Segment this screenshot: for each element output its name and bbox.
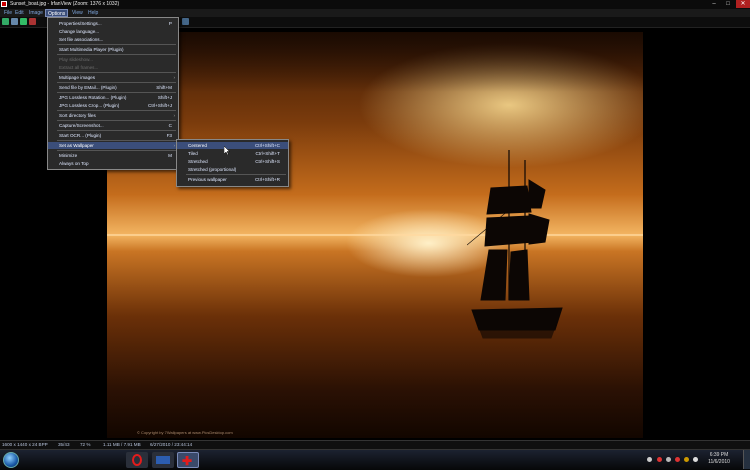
status-bar: 1600 x 1440 x 24 BPP 35/43 72 % 1.11 MB … <box>0 440 750 449</box>
opera-icon <box>132 454 142 466</box>
menu-item-file-associations[interactable]: Set file associations... <box>48 36 178 43</box>
tray-arrow-icon[interactable] <box>647 457 652 462</box>
mouse-cursor-icon <box>224 146 230 155</box>
menu-item-change-language[interactable]: Change language... <box>48 28 178 35</box>
tray-security-icon[interactable] <box>657 457 662 462</box>
irfanview-icon: ✚ <box>182 454 193 468</box>
menu-separator <box>57 110 176 111</box>
submenu-arrow-icon: › <box>173 143 175 148</box>
menu-item-multipage-images[interactable]: Multipage images › <box>48 74 178 81</box>
show-desktop-button[interactable] <box>743 450 750 469</box>
submenu-item-centered[interactable]: Centered Ctrl+Shift+C <box>177 142 288 149</box>
menu-item-sort-files[interactable]: Sort directory files › <box>48 112 178 119</box>
menu-bar: File Edit Image Options View Help <box>0 9 750 17</box>
menu-separator <box>57 150 176 151</box>
clock-date[interactable]: 11/6/2010 <box>699 459 739 465</box>
submenu-item-stretched[interactable]: Stretched Ctrl+Shift+S <box>177 158 288 165</box>
window-title: Sunset_boat.jpg - IrfanView (Zoom: 1376 … <box>10 1 120 7</box>
tray-volume-icon[interactable] <box>693 457 698 462</box>
status-file-index: 35/43 <box>58 442 70 447</box>
tray-icon[interactable] <box>666 457 671 462</box>
sunset-ship-photo[interactable]: © Copyright by 7Wallpapers at www.PicsDe… <box>107 32 643 438</box>
options-menu: Properties/Settings... P Change language.… <box>47 17 179 170</box>
menu-item-always-on-top[interactable]: Always on Top <box>48 160 178 167</box>
taskbar-opera-button[interactable] <box>126 452 148 468</box>
slideshow-icon[interactable] <box>20 18 27 25</box>
status-file-size: 1.11 MB / 7.91 MB <box>103 442 141 447</box>
dark-cloud-band <box>107 32 643 92</box>
menu-help[interactable]: Help <box>86 9 100 17</box>
submenu-item-previous-wallpaper[interactable]: Previous wallpaper Ctrl+Shift+R <box>177 176 288 183</box>
menu-separator <box>57 54 176 55</box>
menu-separator <box>186 174 286 175</box>
menu-item-send-email[interactable]: Send file by EMail... (Plugin) Shift+M <box>48 84 178 91</box>
menu-item-set-as-wallpaper[interactable]: Set as Wallpaper › <box>48 142 178 149</box>
menu-item-multimedia-player[interactable]: Start Multimedia Player (Plugin) <box>48 46 178 53</box>
menu-separator <box>57 44 176 45</box>
open-icon[interactable] <box>2 18 9 25</box>
menu-separator <box>57 130 176 131</box>
menu-separator <box>57 140 176 141</box>
menu-item-ocr[interactable]: Start OCR... (Plugin) F3 <box>48 132 178 139</box>
menu-image[interactable]: Image <box>27 9 45 17</box>
menu-item-jpg-crop[interactable]: JPG Lossless Crop... (Plugin) Ctrl+Shift+… <box>48 102 178 109</box>
submenu-item-tiled[interactable]: Tiled Ctrl+Shift+T <box>177 150 288 157</box>
submenu-arrow-icon: › <box>173 113 175 118</box>
status-dimensions: 1600 x 1440 x 24 BPP <box>2 442 48 447</box>
irfanview-logo-icon[interactable] <box>182 18 189 25</box>
wallpaper-submenu: Centered Ctrl+Shift+C Tiled Ctrl+Shift+T S… <box>176 139 289 187</box>
submenu-item-stretched-proportional[interactable]: Stretched (proportional) <box>177 166 288 173</box>
status-datetime: 6/27/2010 / 23:44:14 <box>150 442 193 447</box>
menu-view[interactable]: View <box>70 9 85 17</box>
menu-item-extract-frames: Extract all frames... <box>59 65 99 70</box>
menu-edit[interactable]: Edit <box>13 9 26 17</box>
status-zoom: 72 % <box>80 442 91 447</box>
menu-item-play-slideshow: Play slideshow... <box>59 57 93 62</box>
menu-item-properties[interactable]: Properties/Settings... P <box>48 20 178 27</box>
taskbar-irfanview-button[interactable]: ✚ <box>177 452 199 468</box>
maximize-button[interactable]: □ <box>722 0 734 8</box>
window-icon <box>156 456 170 464</box>
menu-item-minimize[interactable]: Minimize M <box>48 152 178 159</box>
menu-item-capture[interactable]: Capture/Screenshot... C <box>48 122 178 129</box>
minimize-button[interactable]: – <box>708 0 720 8</box>
close-button[interactable]: ✕ <box>736 0 750 8</box>
menu-separator <box>57 72 176 73</box>
menu-options[interactable]: Options <box>45 9 69 17</box>
clock-time[interactable]: 6:39 PM <box>699 452 739 458</box>
menu-separator <box>57 82 176 83</box>
irfanview-app-icon[interactable] <box>1 1 7 7</box>
menu-separator <box>57 92 176 93</box>
start-button[interactable] <box>3 452 19 468</box>
ship-silhouette <box>467 150 563 339</box>
tray-icon[interactable] <box>675 457 680 462</box>
tray-network-icon[interactable] <box>684 457 689 462</box>
submenu-arrow-icon: › <box>173 75 175 80</box>
menu-item-jpg-rotation[interactable]: JPG Lossless Rotation... (Plugin) Shift+J <box>48 94 178 101</box>
menu-separator <box>57 120 176 121</box>
delete-icon[interactable] <box>29 18 36 25</box>
taskbar: ✚ <box>0 449 750 470</box>
taskbar-app-button[interactable] <box>152 452 174 468</box>
save-icon[interactable] <box>11 18 18 25</box>
photo-credit: © Copyright by 7Wallpapers at www.PicsDe… <box>137 430 233 435</box>
